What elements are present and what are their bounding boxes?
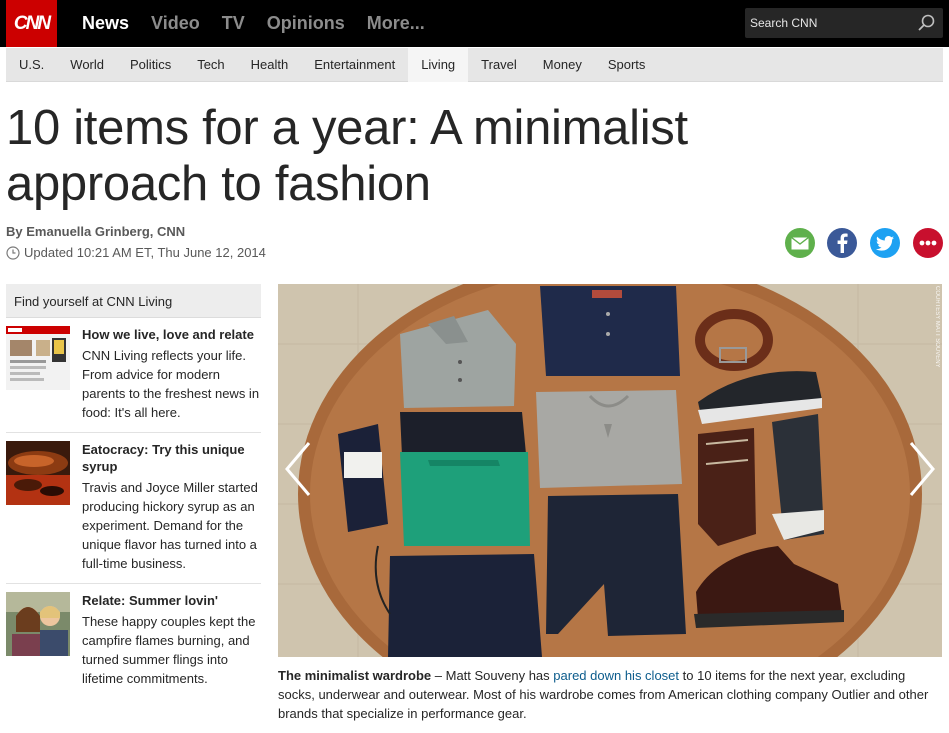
more-icon bbox=[919, 240, 937, 246]
next-arrow-icon[interactable] bbox=[907, 439, 937, 499]
search-placeholder: Search CNN bbox=[750, 16, 818, 30]
syrup-thumbnail-image bbox=[6, 441, 70, 505]
article-timestamp: Updated 10:21 AM ET, Thu June 12, 2014 bbox=[6, 245, 266, 260]
caption-link[interactable]: pared down his closet bbox=[553, 668, 679, 683]
search-icon[interactable] bbox=[917, 13, 937, 33]
twitter-icon bbox=[876, 235, 894, 251]
section-us[interactable]: U.S. bbox=[6, 48, 57, 82]
search-input[interactable]: Search CNN bbox=[745, 8, 943, 38]
top-navigation-bar: CNN News Video TV Opinions More... Searc… bbox=[0, 0, 949, 47]
story-thumbnail[interactable] bbox=[6, 592, 70, 656]
story-thumbnail[interactable] bbox=[6, 326, 70, 390]
caption-text-before: – Matt Souveny has bbox=[431, 668, 554, 683]
photo-credit: COURTESY MATT SOUVENY bbox=[934, 286, 940, 368]
caption-lead: The minimalist wardrobe bbox=[278, 668, 432, 683]
cnn-living-thumbnail-image bbox=[6, 326, 70, 390]
more-share-button[interactable] bbox=[913, 228, 943, 258]
logo-text: CNN bbox=[13, 12, 51, 34]
nav-video[interactable]: Video bbox=[151, 11, 200, 35]
previous-arrow-icon[interactable] bbox=[283, 439, 313, 499]
section-travel[interactable]: Travel bbox=[468, 48, 530, 82]
clock-icon bbox=[6, 245, 20, 260]
photo-gallery[interactable]: COURTESY MATT SOUVENY bbox=[278, 284, 942, 657]
section-health[interactable]: Health bbox=[238, 48, 302, 82]
story-description: CNN Living reflects your life. From advi… bbox=[82, 348, 260, 420]
story-description: Travis and Joyce Miller started producin… bbox=[82, 480, 258, 571]
email-icon bbox=[791, 236, 809, 249]
nav-news[interactable]: News bbox=[82, 11, 129, 35]
section-money[interactable]: Money bbox=[530, 48, 595, 82]
cnn-logo[interactable]: CNN bbox=[6, 0, 57, 47]
sidebar-story[interactable]: How we live, love and relate CNN Living … bbox=[6, 318, 261, 433]
story-title[interactable]: Eatocracy: Try this unique syrup bbox=[82, 441, 261, 475]
section-world[interactable]: World bbox=[57, 48, 117, 82]
photo-caption: The minimalist wardrobe – Matt Souveny h… bbox=[278, 666, 942, 723]
twitter-share-button[interactable] bbox=[870, 228, 900, 258]
story-description: These happy couples kept the campfire fl… bbox=[82, 614, 256, 686]
section-tech[interactable]: Tech bbox=[184, 48, 237, 82]
nav-tv[interactable]: TV bbox=[222, 11, 245, 35]
facebook-icon bbox=[837, 233, 848, 253]
story-thumbnail[interactable] bbox=[6, 441, 70, 505]
sidebar-story[interactable]: Relate: Summer lovin' These happy couple… bbox=[6, 584, 261, 698]
section-politics[interactable]: Politics bbox=[117, 48, 184, 82]
sidebar-living-promo: Find yourself at CNN Living How we live,… bbox=[6, 284, 261, 698]
sidebar-heading: Find yourself at CNN Living bbox=[6, 284, 261, 318]
couple-thumbnail-image bbox=[6, 592, 70, 656]
article-byline: By Emanuella Grinberg, CNN bbox=[6, 224, 186, 239]
updated-text: Updated 10:21 AM ET, Thu June 12, 2014 bbox=[24, 245, 266, 260]
nav-opinions[interactable]: Opinions bbox=[267, 11, 345, 35]
story-title[interactable]: Relate: Summer lovin' bbox=[82, 592, 261, 609]
section-sports[interactable]: Sports bbox=[595, 48, 659, 82]
story-title[interactable]: How we live, love and relate bbox=[82, 326, 261, 343]
section-living[interactable]: Living bbox=[408, 48, 469, 82]
facebook-share-button[interactable] bbox=[827, 228, 857, 258]
article-headline: 10 items for a year: A minimalist approa… bbox=[6, 101, 688, 211]
section-nav: U.S. World Politics Tech Health Entertai… bbox=[6, 48, 943, 82]
nav-more[interactable]: More... bbox=[367, 11, 425, 35]
wardrobe-photo bbox=[278, 284, 942, 657]
email-share-button[interactable] bbox=[785, 228, 815, 258]
sidebar-story[interactable]: Eatocracy: Try this unique syrup Travis … bbox=[6, 433, 261, 584]
primary-nav: News Video TV Opinions More... bbox=[82, 11, 447, 35]
section-entertainment[interactable]: Entertainment bbox=[301, 48, 408, 82]
